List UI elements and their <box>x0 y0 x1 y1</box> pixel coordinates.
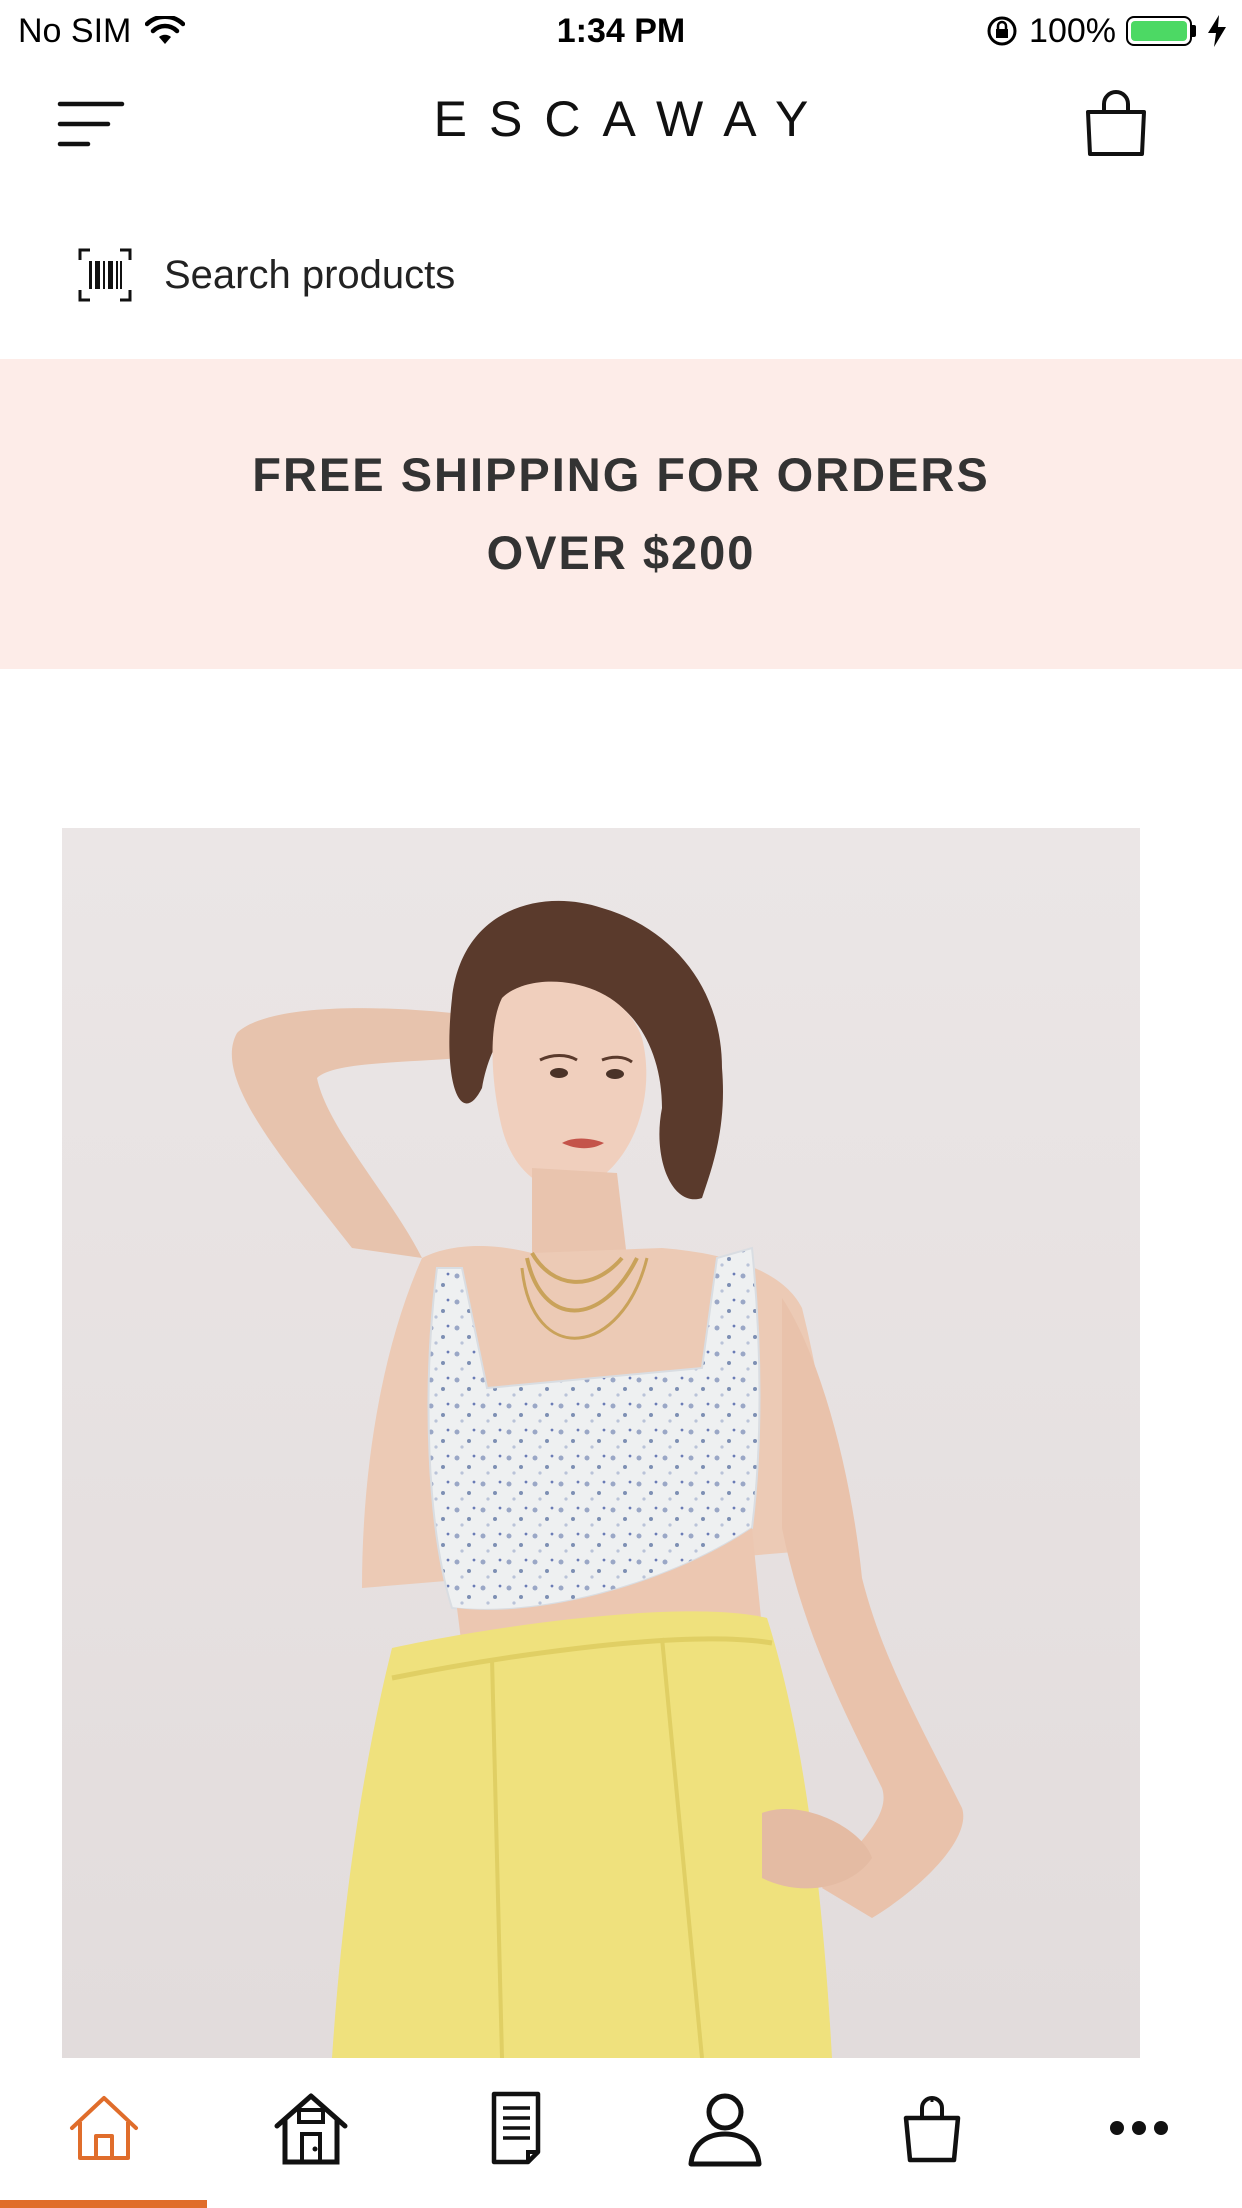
document-icon <box>491 2091 540 2165</box>
status-time: 1:34 PM <box>556 11 686 50</box>
model-illustration <box>62 828 1140 2058</box>
status-bar: No SIM 1:34 PM 100% <box>0 0 1242 62</box>
home-icon <box>69 2096 138 2160</box>
battery-icon <box>1126 16 1196 46</box>
store-icon <box>274 2093 347 2165</box>
promo-line-2: OVER $200 <box>486 526 756 579</box>
search-bar[interactable]: Search products <box>0 230 1242 320</box>
barcode-scan-icon[interactable] <box>78 248 132 302</box>
hero-image[interactable] <box>62 828 1140 2058</box>
tab-home[interactable] <box>0 2058 207 2208</box>
shopping-bag-icon <box>1086 90 1146 156</box>
tab-cart[interactable] <box>828 2058 1035 2208</box>
bottom-tab-bar <box>0 2058 1242 2208</box>
promo-banner[interactable]: FREE SHIPPING FOR ORDERS OVER $200 <box>0 359 1242 669</box>
tab-account[interactable] <box>621 2058 828 2208</box>
cart-button[interactable] <box>1080 88 1152 160</box>
account-icon <box>688 2093 761 2167</box>
more-icon <box>1109 2121 1168 2135</box>
tab-store[interactable] <box>207 2058 414 2208</box>
shopping-bag-icon <box>903 2096 960 2163</box>
tab-documents[interactable] <box>414 2058 621 2208</box>
search-input[interactable]: Search products <box>164 253 455 298</box>
tab-more[interactable] <box>1035 2058 1242 2208</box>
active-tab-indicator <box>0 2200 207 2208</box>
brand-logo[interactable]: ESCAWAY <box>0 90 1242 148</box>
promo-line-1: FREE SHIPPING FOR ORDERS <box>252 448 990 501</box>
app-header: ESCAWAY <box>0 62 1242 182</box>
